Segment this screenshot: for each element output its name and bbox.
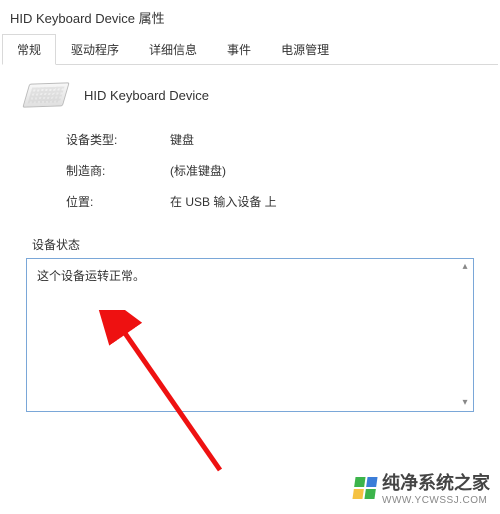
scroll-up-icon[interactable]: ▴ — [458, 260, 472, 274]
tab-driver[interactable]: 驱动程序 — [56, 34, 134, 65]
watermark-subtext: WWW.YCWSSJ.COM — [382, 495, 490, 506]
scroll-down-icon[interactable]: ▾ — [458, 396, 472, 410]
tab-content-general: HID Keyboard Device 设备类型: 键盘 制造商: (标准键盘)… — [0, 65, 500, 422]
location-value: 在 USB 输入设备 上 — [170, 193, 277, 210]
location-label: 位置: — [66, 193, 170, 210]
keyboard-icon — [22, 82, 69, 107]
status-textbox[interactable]: 这个设备运转正常。 — [26, 258, 474, 412]
watermark-logo-icon — [352, 477, 377, 499]
tab-bar: 常规 驱动程序 详细信息 事件 电源管理 — [2, 33, 498, 65]
watermark-text: 纯净系统之家 — [382, 469, 490, 495]
tab-events[interactable]: 事件 — [212, 34, 266, 65]
watermark: 纯净系统之家 WWW.YCWSSJ.COM — [354, 469, 490, 506]
device-type-label: 设备类型: — [66, 131, 170, 148]
tab-power[interactable]: 电源管理 — [266, 34, 344, 65]
manufacturer-label: 制造商: — [66, 162, 170, 179]
tab-general[interactable]: 常规 — [2, 34, 56, 65]
device-type-value: 键盘 — [170, 131, 194, 148]
tab-details[interactable]: 详细信息 — [134, 34, 212, 65]
device-info: 设备类型: 键盘 制造商: (标准键盘) 位置: 在 USB 输入设备 上 — [66, 131, 480, 210]
manufacturer-value: (标准键盘) — [170, 162, 226, 179]
device-name: HID Keyboard Device — [84, 88, 209, 103]
status-label: 设备状态 — [32, 236, 474, 253]
window-title: HID Keyboard Device 属性 — [0, 0, 500, 33]
